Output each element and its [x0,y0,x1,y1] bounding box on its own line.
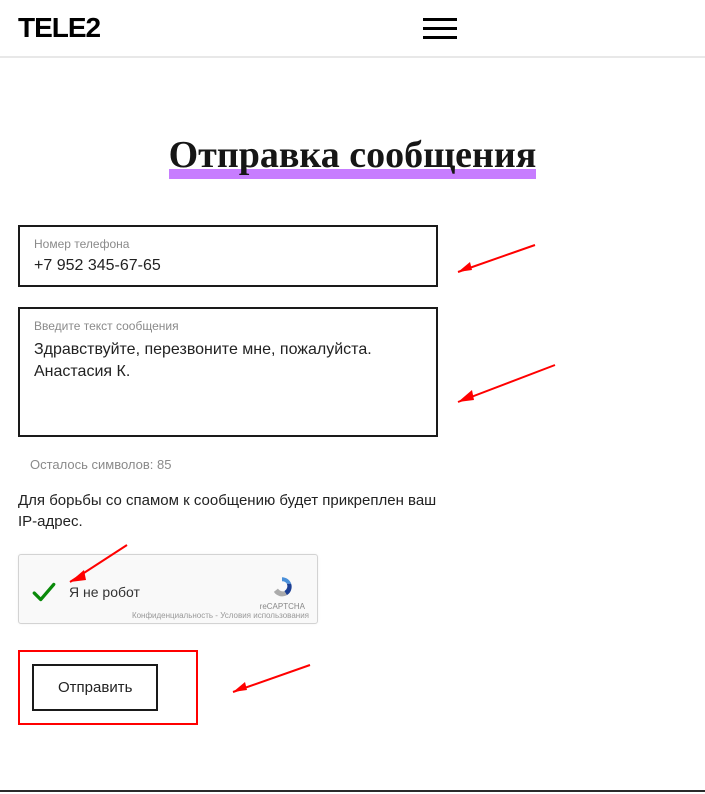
phone-input[interactable] [34,257,422,275]
footer-divider [0,790,705,792]
recaptcha-label: Я не робот [69,584,260,600]
page-title-wrap: Отправка сообщения [0,133,705,177]
recaptcha-brand: reCAPTCHA [260,602,305,611]
submit-button[interactable]: Отправить [32,664,158,711]
recaptcha-logo: reCAPTCHA [260,574,305,611]
message-label: Введите текст сообщения [34,319,422,333]
page-title: Отправка сообщения [169,133,537,177]
phone-field-box[interactable]: Номер телефона [18,225,438,287]
recaptcha-icon [269,574,295,600]
message-input[interactable] [34,339,422,429]
chars-left: Осталось символов: 85 [30,457,687,472]
header: TELE2 [0,0,705,58]
menu-icon[interactable] [423,18,457,39]
checkmark-icon [31,579,57,605]
submit-highlight: Отправить [18,650,198,725]
phone-label: Номер телефона [34,237,422,251]
form: Номер телефона Введите текст сообщения О… [0,225,705,725]
recaptcha-terms: Конфиденциальность - Условия использован… [132,611,309,620]
message-field-box[interactable]: Введите текст сообщения [18,307,438,437]
spam-notice: Для борьбы со спамом к сообщению будет п… [18,490,448,532]
recaptcha[interactable]: Я не робот reCAPTCHA Конфиденциальность … [18,554,318,624]
logo: TELE2 [18,12,100,44]
